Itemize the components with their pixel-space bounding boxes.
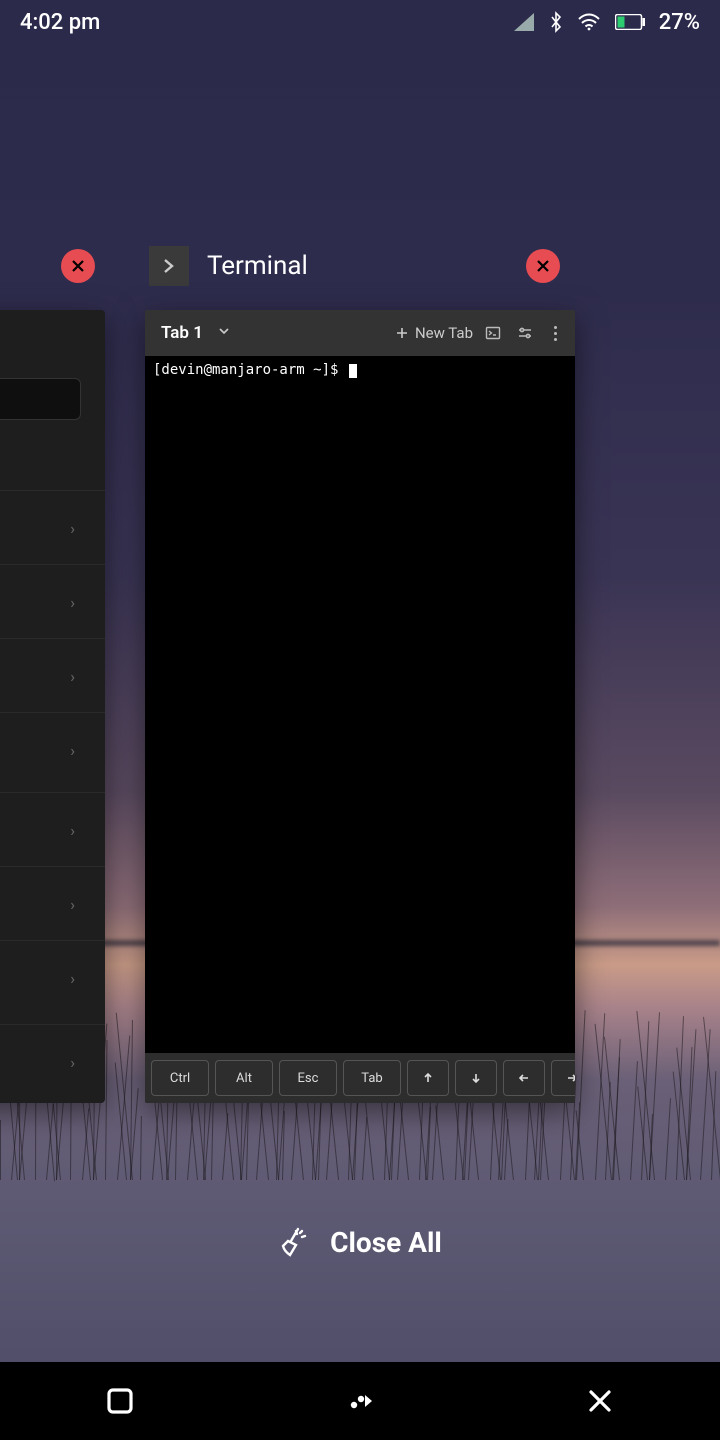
- command-palette-button[interactable]: [481, 321, 505, 345]
- list-item[interactable]: ›: [0, 940, 105, 1015]
- close-icon: [585, 1386, 615, 1416]
- task-card-left[interactable]: › › › › › › ys › ›: [0, 310, 105, 1103]
- close-left-task-button[interactable]: [61, 249, 95, 283]
- task-card-terminal[interactable]: Tab 1 New Tab [devin@manjaro-arm ~]$ Ctr…: [145, 310, 575, 1103]
- list-item[interactable]: ›: [0, 490, 105, 565]
- key-arrow-down[interactable]: [455, 1060, 497, 1096]
- close-all-label: Close All: [330, 1226, 442, 1259]
- nav-home-button[interactable]: [330, 1371, 390, 1431]
- terminal-output[interactable]: [devin@manjaro-arm ~]$: [145, 356, 575, 1053]
- arrow-left-icon: [517, 1071, 531, 1085]
- key-tab[interactable]: Tab: [343, 1060, 401, 1096]
- battery-icon: [615, 14, 645, 30]
- status-time: 4:02 pm: [20, 10, 100, 35]
- prompt-icon: [158, 255, 180, 277]
- search-input[interactable]: [0, 378, 81, 420]
- close-icon: [535, 258, 551, 274]
- cellular-icon: [513, 12, 535, 32]
- new-tab-button[interactable]: New Tab: [395, 324, 473, 342]
- terminal-toolbar: Tab 1 New Tab: [145, 310, 575, 356]
- chevron-down-icon[interactable]: [217, 323, 231, 343]
- key-arrow-right[interactable]: [551, 1060, 575, 1096]
- new-tab-label: New Tab: [415, 324, 473, 342]
- list-item[interactable]: ›: [0, 712, 105, 787]
- broom-icon: [278, 1225, 312, 1259]
- cursor: [349, 364, 357, 378]
- home-dots-icon: [342, 1383, 378, 1419]
- key-arrow-left[interactable]: [503, 1060, 545, 1096]
- tab-label[interactable]: Tab 1: [161, 323, 203, 343]
- settings-sliders-button[interactable]: [513, 321, 537, 345]
- arrow-right-icon: [565, 1071, 575, 1085]
- chevron-right-icon: ›: [70, 741, 75, 760]
- square-icon: [104, 1385, 136, 1417]
- key-alt[interactable]: Alt: [215, 1060, 273, 1096]
- list-item[interactable]: ›: [0, 1024, 105, 1099]
- chevron-right-icon: ›: [70, 667, 75, 686]
- list-item[interactable]: ›: [0, 638, 105, 713]
- nav-overview-button[interactable]: [90, 1371, 150, 1431]
- status-icons: 27%: [513, 10, 700, 35]
- sliders-icon: [517, 325, 533, 341]
- task-header-row: Terminal: [0, 242, 720, 290]
- chevron-right-icon: ›: [70, 593, 75, 612]
- chevron-right-icon: ›: [70, 821, 75, 840]
- list-item[interactable]: ›: [0, 564, 105, 639]
- close-terminal-task-button[interactable]: [526, 249, 560, 283]
- bluetooth-icon: [549, 11, 563, 33]
- key-arrow-up[interactable]: [407, 1060, 449, 1096]
- terminal-box-icon: [485, 325, 501, 341]
- arrow-up-icon: [421, 1071, 435, 1085]
- list-item-label: ys: [0, 900, 105, 930]
- close-all-button[interactable]: Close All: [0, 1225, 720, 1259]
- close-icon: [70, 258, 86, 274]
- system-nav-bar: [0, 1362, 720, 1440]
- chevron-right-icon: ›: [70, 519, 75, 538]
- chevron-right-icon: ›: [70, 969, 75, 988]
- list-item[interactable]: ›: [0, 792, 105, 867]
- battery-percent: 27%: [659, 10, 700, 35]
- overflow-menu-button[interactable]: [545, 326, 565, 341]
- shell-prompt: [devin@manjaro-arm ~]$: [153, 362, 338, 378]
- chevron-right-icon: ›: [70, 1053, 75, 1072]
- nav-close-button[interactable]: [570, 1371, 630, 1431]
- key-esc[interactable]: Esc: [279, 1060, 337, 1096]
- terminal-key-row: Ctrl Alt Esc Tab: [145, 1053, 575, 1103]
- plus-icon: [395, 326, 409, 340]
- task-title-terminal: Terminal: [207, 251, 308, 281]
- wifi-icon: [577, 12, 601, 32]
- terminal-app-icon: [149, 246, 189, 286]
- arrow-down-icon: [469, 1071, 483, 1085]
- key-ctrl[interactable]: Ctrl: [151, 1060, 209, 1096]
- status-bar: 4:02 pm 27%: [0, 0, 720, 44]
